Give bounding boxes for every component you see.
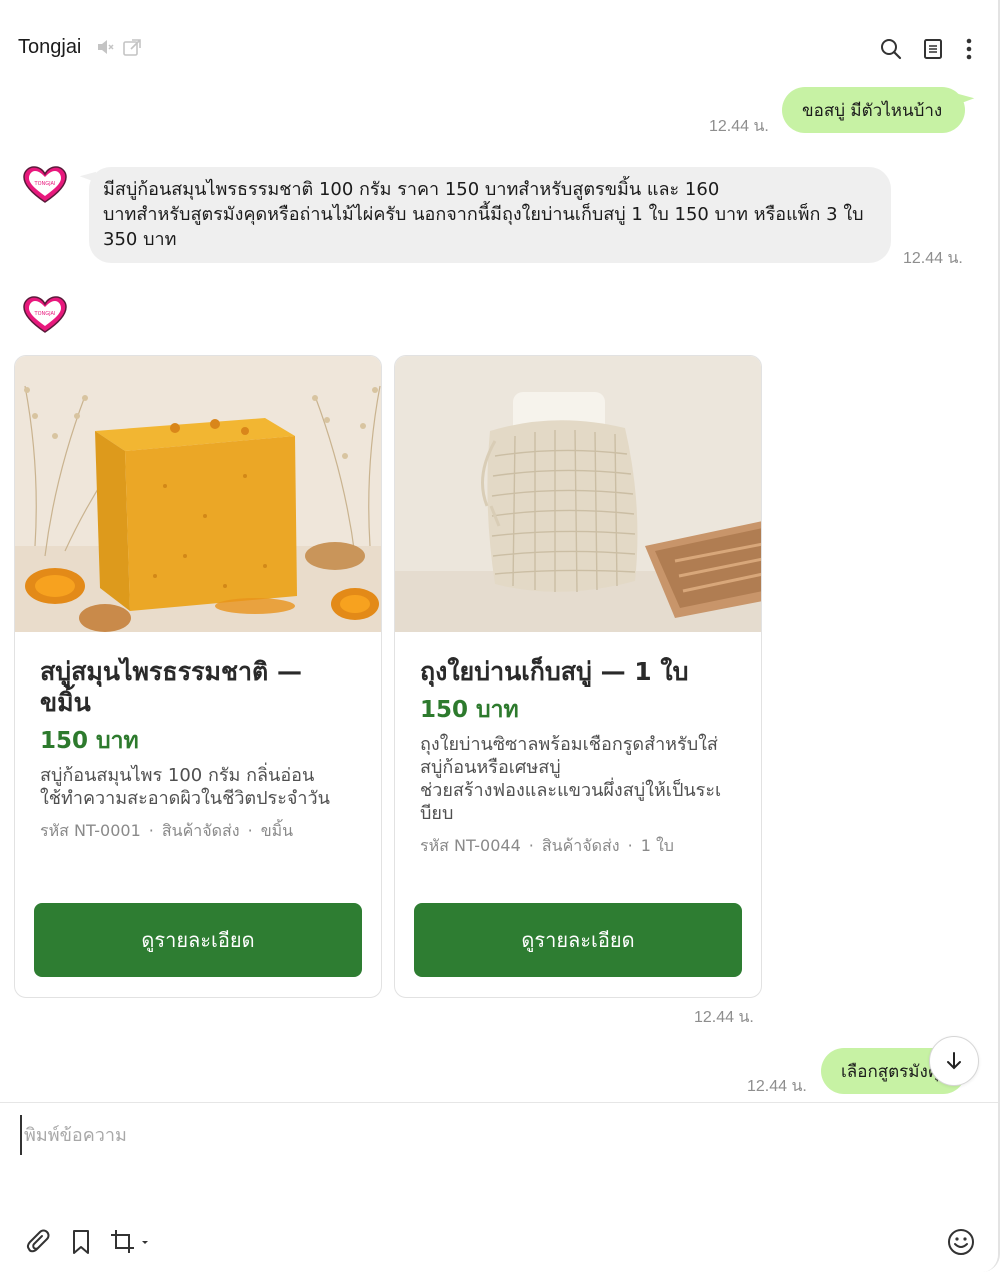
message-line: 350 บาท	[103, 229, 177, 250]
product-meta: รหัส NT-0044 · สินค้าจัดส่ง · 1 ใบ	[420, 835, 741, 857]
message-time: 12.44 น.	[747, 1078, 807, 1095]
product-description-line: ช่วยสร้างฟองและแขวนผึ่งสบู่ให้เป็นระเ	[420, 780, 722, 801]
external-link-icon[interactable]	[122, 38, 142, 58]
scroll-to-bottom-button[interactable]	[929, 1036, 979, 1086]
emoji-icon[interactable]	[946, 1227, 976, 1257]
message-time: 12.44 น.	[903, 250, 963, 267]
chat-header: Tongjai	[0, 0, 998, 90]
product-description: สบู่ก้อนสมุนไพร 100 กรัม กลิ่นอ่อน ใช้ทำ…	[40, 764, 361, 810]
view-details-button[interactable]: ดูรายละเอียด	[414, 903, 742, 977]
message-time: 12.44 น.	[694, 1009, 754, 1026]
incoming-message[interactable]: มีสบู่ก้อนสมุนไพรธรรมชาติ 100 กรัม ราคา …	[89, 167, 891, 263]
message-text: ขอสบู่ มีตัวไหนบ้าง	[802, 100, 943, 121]
message-input[interactable]	[20, 1115, 920, 1155]
product-code: รหัส NT-0001	[40, 821, 141, 840]
svg-text:TONGJAI: TONGJAI	[34, 181, 56, 187]
product-variant: 1 ใบ	[640, 836, 674, 855]
product-code: รหัส NT-0044	[420, 836, 521, 855]
chat-title: Tongjai	[18, 36, 82, 58]
more-vertical-icon[interactable]	[956, 36, 982, 62]
product-shipping: สินค้าจัดส่ง	[161, 821, 240, 840]
product-card[interactable]: ถุงใยบ่านเก็บสบู่ — 1 ใบ 150 บาท ถุงใยบ่…	[394, 355, 762, 998]
search-icon[interactable]	[878, 36, 904, 62]
separator-dot: ·	[247, 821, 253, 840]
separator-dot: ·	[528, 836, 534, 855]
product-image-turmeric-soap[interactable]	[15, 356, 381, 632]
svg-text:TONGJAI: TONGJAI	[34, 311, 56, 317]
paperclip-icon[interactable]	[24, 1227, 54, 1257]
product-title: ถุงใยบ่านเก็บสบู่ — 1 ใบ	[420, 656, 741, 687]
message-line: มีสบู่ก้อนสมุนไพรธรรมชาติ 100 กรัม ราคา …	[103, 179, 720, 200]
product-description: ถุงใยบ่านซิซาลพร้อมเชือกรูดสำหรับใส่ สบู…	[420, 733, 741, 825]
product-meta: รหัส NT-0001 · สินค้าจัดส่ง · ขมิ้น	[40, 820, 361, 842]
product-title: สบู่สมุนไพรธรรมชาติ — ขมิ้น	[40, 656, 361, 718]
chat-window: Tongjai 12.44 น. ขอสบู่ มีตัวไหนบ้าง TON…	[0, 0, 1000, 1272]
product-price: 150 บาท	[420, 697, 519, 723]
message-composer	[0, 1102, 998, 1272]
notes-icon[interactable]	[920, 36, 946, 62]
crop-icon[interactable]	[110, 1227, 150, 1257]
outgoing-message[interactable]: ขอสบู่ มีตัวไหนบ้าง	[782, 87, 965, 133]
product-description-line: ใช้ทำความสะอาดผิวในชีวิตประจำวัน	[40, 788, 330, 809]
separator-dot: ·	[627, 836, 633, 855]
bookmark-icon[interactable]	[66, 1227, 96, 1257]
product-title-line: สบู่สมุนไพรธรรมชาติ —	[40, 657, 302, 686]
product-description-line: บียบ	[420, 803, 454, 824]
bot-avatar[interactable]: TONGJAI	[22, 296, 68, 336]
message-time: 12.44 น.	[709, 118, 769, 135]
product-card[interactable]: สบู่สมุนไพรธรรมชาติ — ขมิ้น 150 บาท สบู่…	[14, 355, 382, 998]
message-line: บาทสำหรับสูตรมังคุดหรือถ่านไม้ไผ่ครับ นอ…	[103, 204, 864, 225]
product-shipping: สินค้าจัดส่ง	[541, 836, 620, 855]
arrow-down-icon	[947, 1052, 961, 1070]
separator-dot: ·	[148, 821, 154, 840]
product-description-line: สบู่ก้อนหรือเศษสบู่	[420, 757, 561, 778]
product-description-line: สบู่ก้อนสมุนไพร 100 กรัม กลิ่นอ่อน	[40, 765, 315, 786]
product-price: 150 บาท	[40, 728, 139, 754]
product-image-loofah-bag[interactable]	[395, 356, 761, 632]
bot-avatar[interactable]: TONGJAI	[22, 166, 68, 206]
speaker-mute-icon[interactable]	[96, 38, 114, 56]
product-variant: ขมิ้น	[260, 821, 294, 840]
product-title-line: ถุงใยบ่านเก็บสบู่ — 1 ใบ	[420, 657, 689, 686]
product-description-line: ถุงใยบ่านซิซาลพร้อมเชือกรูดสำหรับใส่	[420, 734, 718, 755]
view-details-button[interactable]: ดูรายละเอียด	[34, 903, 362, 977]
product-title-line: ขมิ้น	[40, 688, 91, 717]
